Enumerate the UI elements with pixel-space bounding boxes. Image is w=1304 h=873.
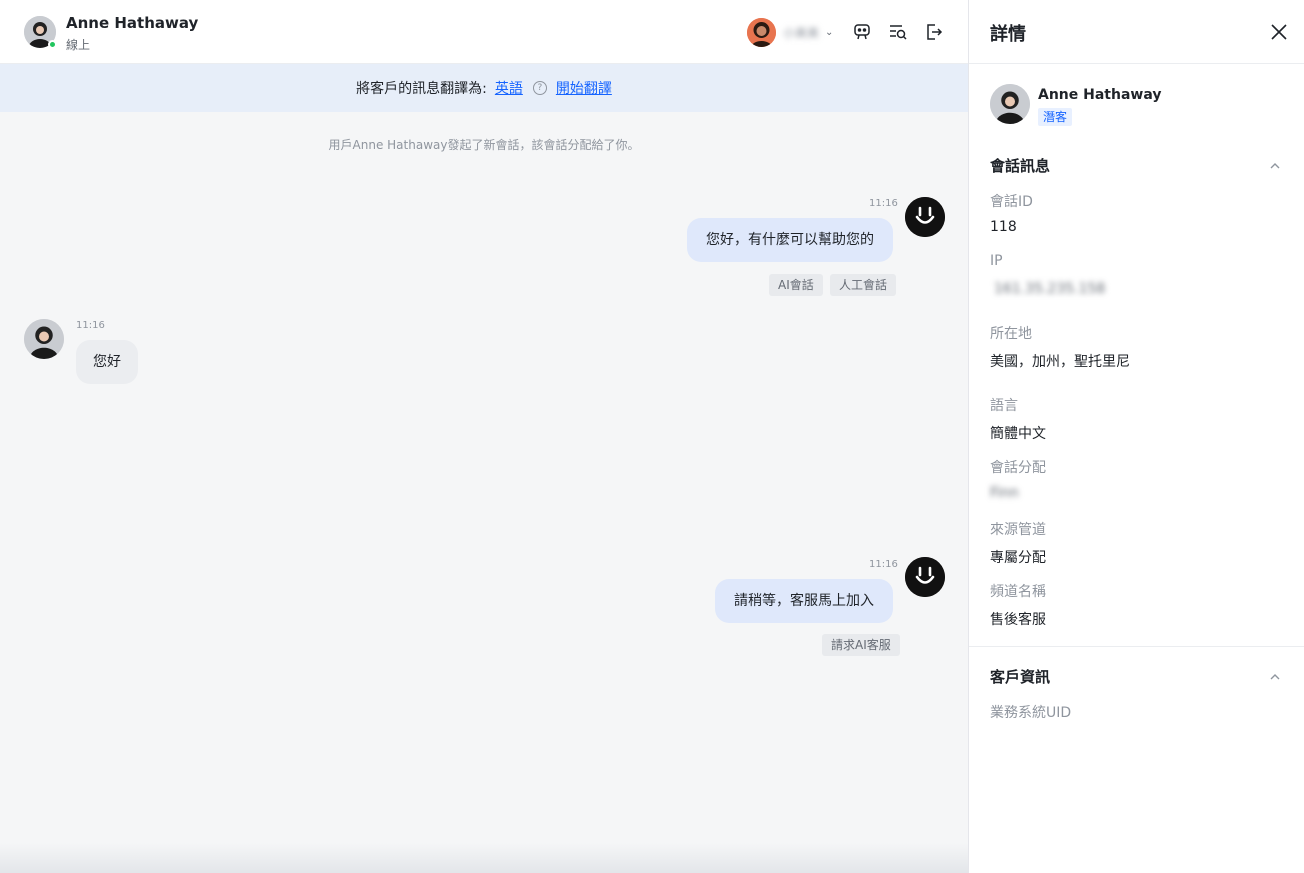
customer-type-badge: 潛客	[1038, 108, 1073, 126]
translate-bar: 將客戶的訊息翻譯為: 英語 ? 開始翻譯	[0, 64, 968, 112]
customer-info-title: 客戶資訊	[990, 668, 1051, 686]
composer-shadow	[0, 843, 968, 873]
field-value-language: 簡體中文	[990, 426, 1046, 442]
field-label-session-id: 會話ID	[990, 194, 1033, 210]
field-label-ip: IP	[990, 253, 1003, 269]
field-label-channel: 頻道名稱	[990, 584, 1046, 600]
field-value-session-id: 118	[990, 219, 1017, 235]
section-divider	[969, 646, 1304, 647]
details-header: 詳情	[969, 0, 1304, 64]
customer-avatar	[990, 84, 1030, 124]
field-label-source: 來源管道	[990, 522, 1046, 538]
robot-icon[interactable]	[850, 20, 874, 44]
field-value-ip: 161.35.235.158	[994, 281, 1106, 297]
translate-prefix: 將客戶的訊息翻譯為:	[356, 81, 487, 97]
message-time: 11:16	[869, 559, 898, 570]
field-label-business-uid: 業務系統UID	[990, 705, 1072, 721]
online-status-dot	[48, 40, 57, 49]
message-tag: 人工會話	[830, 274, 897, 296]
system-note: 用戶Anne Hathaway發起了新會話，該會話分配給了你。	[328, 138, 640, 152]
start-translate-link[interactable]: 開始翻譯	[556, 78, 612, 98]
field-value-assignment: Finn	[990, 485, 1019, 501]
translate-language-link[interactable]: 英語	[495, 78, 523, 98]
agent-avatar	[747, 17, 776, 47]
agent-switcher[interactable]: 小美美 ⌄	[747, 17, 833, 47]
chat-header: Anne Hathaway 線上 小美美 ⌄	[0, 0, 968, 64]
details-title: 詳情	[990, 24, 1026, 45]
message-time: 11:16	[76, 320, 105, 331]
message-tag: 請求AI客服	[822, 634, 900, 656]
message-bubble-incoming[interactable]: 您好	[76, 340, 138, 384]
message-bubble-outgoing[interactable]: 請稍等，客服馬上加入	[715, 579, 893, 623]
field-value-location: 美國，加州，聖托里尼	[990, 354, 1130, 370]
message-time: 11:16	[869, 198, 898, 209]
session-info-title: 會話訊息	[990, 157, 1051, 175]
chevron-down-icon: ⌄	[825, 26, 834, 38]
message-bubble-outgoing[interactable]: 您好，有什麼可以幫助您的	[687, 218, 893, 262]
bot-avatar	[905, 557, 945, 597]
chat-panel: Anne Hathaway 線上 小美美 ⌄ 將客戶的訊息翻譯為: 英語 ? 開…	[0, 0, 968, 873]
chevron-up-icon[interactable]	[1268, 669, 1282, 683]
bot-avatar	[905, 197, 945, 237]
customer-name: Anne Hathaway	[1038, 87, 1162, 103]
chevron-up-icon[interactable]	[1268, 158, 1282, 172]
search-list-icon[interactable]	[886, 20, 910, 44]
customer-avatar[interactable]	[24, 319, 64, 359]
agent-name: 小美美	[783, 25, 820, 40]
message-tag: AI會話	[769, 274, 823, 296]
field-value-channel: 售後客服	[990, 612, 1046, 628]
customer-name: Anne Hathaway	[66, 14, 199, 32]
field-label-assignment: 會話分配	[990, 460, 1046, 476]
customer-status: 線上	[66, 38, 91, 52]
details-panel: 詳情 Anne Hathaway 潛客 會話訊息 會話ID 118 IP 161…	[968, 0, 1304, 873]
field-value-source: 專屬分配	[990, 550, 1046, 566]
field-label-language: 語言	[990, 398, 1018, 414]
close-icon[interactable]	[1267, 20, 1291, 44]
logout-icon[interactable]	[922, 20, 946, 44]
field-label-location: 所在地	[990, 326, 1032, 342]
help-icon[interactable]: ?	[532, 81, 547, 95]
